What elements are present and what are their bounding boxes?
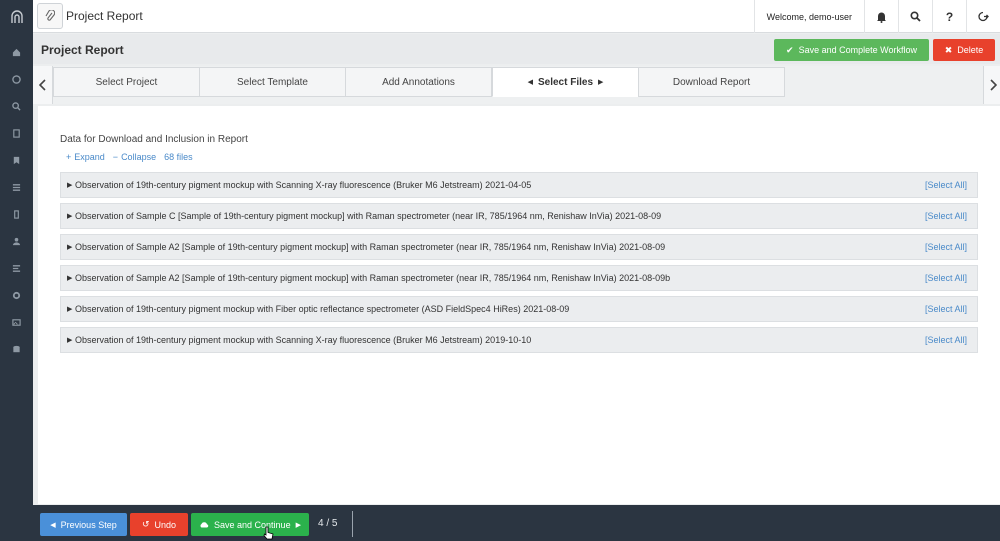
paperclip-icon[interactable] <box>37 3 63 29</box>
observation-row[interactable]: ▶ Observation of Sample C [Sample of 19t… <box>60 203 978 229</box>
database-icon[interactable] <box>0 336 33 363</box>
caret-right-icon[interactable]: ▶ <box>67 336 75 344</box>
tab-select-files[interactable]: ◀ Select Files ▶ <box>492 67 639 97</box>
previous-step-button[interactable]: ◀ Previous Step <box>40 513 127 536</box>
mouse-pointer-icon <box>262 526 274 541</box>
plus-icon: + <box>66 152 72 162</box>
user-icon[interactable] <box>0 228 33 255</box>
chevron-left-icon[interactable] <box>33 66 53 104</box>
observation-row[interactable]: ▶ Observation of 19th-century pigment mo… <box>60 327 978 353</box>
select-all-link[interactable]: [Select All] <box>925 211 967 221</box>
check-icon: ✔ <box>786 44 794 55</box>
chevron-right-icon[interactable] <box>983 66 1000 104</box>
app-logo-icon[interactable] <box>0 0 33 33</box>
caret-right-icon[interactable]: ▶ <box>67 305 75 313</box>
image-icon[interactable] <box>0 309 33 336</box>
collapse-button[interactable]: − Collapse <box>113 152 156 162</box>
delete-button[interactable]: ✖ Delete <box>933 39 995 61</box>
select-all-link[interactable]: [Select All] <box>925 304 967 314</box>
caret-right-icon[interactable]: ▶ <box>67 212 75 220</box>
gear-icon[interactable] <box>0 282 33 309</box>
tab-select-template[interactable]: Select Template <box>199 67 346 97</box>
search-icon[interactable] <box>898 0 932 33</box>
workflow-tabs: Select Project Select Template Add Annot… <box>33 66 1000 104</box>
help-icon[interactable]: ? <box>932 0 966 33</box>
page-header: Project Report ✔ Save and Complete Workf… <box>33 34 1000 64</box>
left-sidebar <box>0 0 33 541</box>
caret-left-icon: ◀ <box>50 521 56 529</box>
minus-icon: − <box>112 152 119 162</box>
file-count: 68 files <box>164 152 193 162</box>
observation-row[interactable]: ▶ Observation of 19th-century pigment mo… <box>60 296 978 322</box>
dashboard-icon[interactable] <box>0 66 33 93</box>
bell-icon[interactable] <box>864 0 898 33</box>
welcome-user[interactable]: Welcome, demo-user <box>753 0 864 33</box>
undo-icon: ↺ <box>141 519 150 529</box>
save-and-continue-button[interactable]: Save and Continue ▶ <box>191 513 309 536</box>
step-indicator: 4 / 5 <box>318 518 338 529</box>
observation-row[interactable]: ▶ Observation of Sample A2 [Sample of 19… <box>60 265 978 291</box>
document-icon[interactable] <box>0 120 33 147</box>
top-header: Project Report Welcome, demo-user ? <box>33 0 1000 33</box>
bookmark-icon[interactable] <box>0 147 33 174</box>
tab-select-project[interactable]: Select Project <box>53 67 200 97</box>
cloud-icon <box>199 520 209 530</box>
observation-row[interactable]: ▶ Observation of 19th-century pigment mo… <box>60 172 978 198</box>
select-all-link[interactable]: [Select All] <box>925 273 967 283</box>
search-icon[interactable] <box>0 93 33 120</box>
columns-icon[interactable] <box>0 201 33 228</box>
list-icon[interactable] <box>0 174 33 201</box>
section-heading: Project Report <box>41 43 124 57</box>
caret-right-icon[interactable]: ▶ <box>67 243 75 251</box>
caret-right-icon[interactable]: ▶ <box>67 274 75 282</box>
data-section-title: Data for Download and Inclusion in Repor… <box>60 134 248 145</box>
undo-button[interactable]: ↺ Undo <box>130 513 188 536</box>
caret-right-icon: ▶ <box>295 521 301 529</box>
expand-button[interactable]: + Expand <box>66 152 105 162</box>
observation-row[interactable]: ▶ Observation of Sample A2 [Sample of 19… <box>60 234 978 260</box>
logout-icon[interactable] <box>966 0 1000 33</box>
divider <box>352 511 353 537</box>
caret-right-icon[interactable]: ▶ <box>67 181 75 189</box>
select-all-link[interactable]: [Select All] <box>925 180 967 190</box>
workflow-footer: ◀ Previous Step ↺ Undo Save and Continue… <box>33 505 1000 541</box>
select-all-link[interactable]: [Select All] <box>925 242 967 252</box>
tab-download-report[interactable]: Download Report <box>638 67 785 97</box>
select-all-link[interactable]: [Select All] <box>925 335 967 345</box>
tree-toolbar: + Expand − Collapse 68 files <box>66 152 193 162</box>
close-circle-icon: ✖ <box>944 44 953 55</box>
page-title: Project Report <box>66 9 143 23</box>
tab-add-annotations[interactable]: Add Annotations <box>345 67 492 97</box>
lines-icon[interactable] <box>0 255 33 282</box>
save-complete-workflow-button[interactable]: ✔ Save and Complete Workflow <box>774 39 929 61</box>
caret-left-icon: ◀ <box>527 79 533 86</box>
home-icon[interactable] <box>0 39 33 66</box>
caret-right-icon: ▶ <box>598 79 604 86</box>
main-content: Data for Download and Inclusion in Repor… <box>38 106 1000 504</box>
